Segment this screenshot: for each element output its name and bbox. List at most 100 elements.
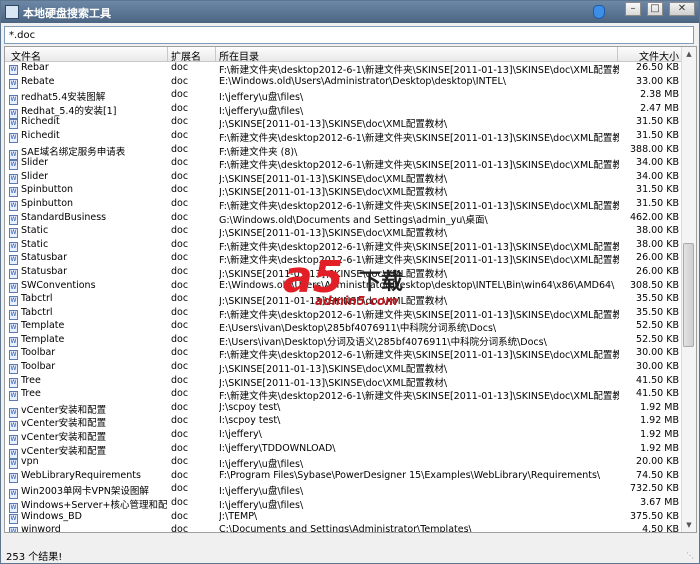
table-row[interactable]: W SAE域名绑定服务申请表 doc F:\新建文件夹 (8)\ 388.00 KB bbox=[5, 143, 683, 160]
file-name-cell: W Template bbox=[9, 334, 167, 347]
file-name: Windows_BD bbox=[21, 510, 82, 522]
file-name-cell: W Statusbar bbox=[9, 266, 167, 279]
table-row[interactable]: W Template doc E:\Users\ivan\Desktop\分词及语义\… bbox=[5, 333, 683, 348]
scroll-down-icon[interactable]: ▼ bbox=[682, 518, 696, 532]
watermark-logo: a5 下载 admin5.com bbox=[283, 256, 443, 309]
table-row[interactable]: W Slider doc F:\新建文件夹\desktop2012-6-1\新建文件夹… bbox=[5, 156, 683, 171]
column-divider[interactable] bbox=[215, 47, 216, 61]
table-row[interactable]: W Template doc E:\Users\ivan\Desktop\285bf4… bbox=[5, 319, 683, 334]
word-doc-icon: W bbox=[9, 78, 18, 89]
file-dir: C:\Documents and Settings\Administrator\… bbox=[219, 524, 472, 533]
table-row[interactable]: W Richedit doc J:\SKINSE[2011-01-13]\SKINSE… bbox=[5, 115, 683, 130]
scroll-up-icon[interactable]: ▲ bbox=[682, 47, 696, 61]
table-row[interactable]: W Windows_BD doc J:\TEMP\ 375.50 KB bbox=[5, 510, 683, 524]
file-name: Statusbar bbox=[21, 252, 68, 264]
file-name: Static bbox=[21, 225, 49, 237]
file-name-cell: W Template bbox=[9, 320, 167, 334]
file-name: Richedit bbox=[21, 129, 60, 141]
status-bar: 253 个结果! ⋱ bbox=[1, 546, 699, 563]
file-ext: doc bbox=[171, 225, 189, 237]
vertical-scrollbar[interactable]: ▲ ▼ bbox=[681, 47, 696, 532]
watermark-url: admin5.com bbox=[315, 294, 398, 308]
table-row[interactable]: W Tree doc F:\新建文件夹\desktop2012-6-1\新建文件夹\S… bbox=[5, 387, 683, 402]
word-doc-icon: W bbox=[9, 160, 18, 171]
table-row[interactable]: W Slider doc J:\SKINSE[2011-01-13]\SKINSE\d… bbox=[5, 170, 683, 185]
table-row[interactable]: W Spinbutton doc F:\新建文件夹\desktop2012-6-1\新… bbox=[5, 197, 683, 212]
column-divider[interactable] bbox=[167, 47, 168, 61]
file-ext: doc bbox=[171, 510, 189, 522]
word-doc-icon: W bbox=[9, 173, 18, 184]
table-row[interactable]: W Rebar doc F:\新建文件夹\desktop2012-6-1\新建文件夹\… bbox=[5, 61, 683, 76]
file-size: 1.92 MB bbox=[640, 442, 679, 454]
table-row[interactable]: Wvpn doc I:\jeffery\u盘\files\ 20.00 KB bbox=[5, 455, 683, 470]
minimize-button[interactable]: – bbox=[625, 2, 641, 16]
file-name-cell: W Spinbutton bbox=[9, 198, 167, 211]
maximize-button[interactable]: □ bbox=[647, 2, 663, 16]
table-row[interactable]: W StandardBusiness doc G:\Windows.old\Docum… bbox=[5, 211, 683, 226]
file-size: 41.50 KB bbox=[636, 374, 679, 386]
file-dir: I:\jeffery\ bbox=[219, 429, 262, 441]
file-ext: doc bbox=[171, 374, 189, 386]
file-ext: doc bbox=[171, 361, 189, 373]
file-name-cell: W Static bbox=[9, 225, 167, 239]
word-doc-icon: W bbox=[9, 377, 18, 388]
table-row[interactable]: WvCenter安装和配置 doc I:\scpoy test\ 1.92 MB bbox=[5, 414, 683, 432]
table-row[interactable]: WvCenter安装和配置 doc I:\jeffery\TDDOWNLOAD\ 1.… bbox=[5, 442, 683, 459]
file-size: 1.92 MB bbox=[640, 429, 679, 441]
file-name-cell: W Rebate bbox=[9, 76, 167, 89]
file-name-cell: W Richedit bbox=[9, 116, 167, 130]
table-row[interactable]: W Toolbar doc J:\SKINSE[2011-01-13]\SKINSE\… bbox=[5, 360, 683, 375]
file-name: Tree bbox=[21, 374, 41, 386]
file-name-cell: W SWConventions bbox=[9, 280, 167, 293]
close-button[interactable]: ✕ bbox=[669, 2, 695, 16]
file-size: 35.50 KB bbox=[636, 306, 679, 318]
table-row[interactable]: W Windows+Server+核心管理和配... doc I:\jeffery\u… bbox=[5, 496, 683, 513]
table-row[interactable]: W Static doc J:\SKINSE[2011-01-13]\SKINSE\d… bbox=[5, 224, 683, 239]
search-input[interactable] bbox=[4, 26, 694, 44]
file-name-cell: W Windows_BD bbox=[9, 511, 167, 524]
word-doc-icon: W bbox=[9, 391, 18, 402]
file-size: 26.00 KB bbox=[636, 252, 679, 264]
file-ext: doc bbox=[171, 252, 189, 264]
watermark-label: 下载 bbox=[359, 270, 404, 295]
shield-icon[interactable] bbox=[593, 5, 605, 19]
table-row[interactable]: W Rebate doc E:\Windows.old\Users\Administr… bbox=[5, 75, 683, 89]
table-row[interactable]: W Spinbutton doc J:\SKINSE[2011-01-13]\SKIN… bbox=[5, 183, 683, 198]
file-size: 38.00 KB bbox=[636, 238, 679, 250]
file-ext: doc bbox=[171, 333, 189, 345]
file-name: Rebar bbox=[21, 62, 49, 73]
file-size: 26.00 KB bbox=[636, 265, 679, 277]
file-ext: doc bbox=[171, 102, 189, 114]
file-name-cell: W Static bbox=[9, 239, 167, 252]
table-row[interactable]: W Toolbar doc F:\新建文件夹\desktop2012-6-1\新建文件… bbox=[5, 346, 683, 361]
table-row[interactable]: W Win2003单网卡VPN架设图解 doc I:\jeffery\u盘\files… bbox=[5, 482, 683, 500]
scroll-thumb[interactable] bbox=[683, 243, 694, 347]
file-ext: doc bbox=[171, 89, 189, 101]
file-size: 31.50 KB bbox=[636, 184, 679, 196]
table-row[interactable]: W Richedit doc F:\新建文件夹\desktop2012-6-1\新建文… bbox=[5, 129, 683, 144]
app-icon bbox=[5, 5, 19, 19]
file-name: Static bbox=[21, 238, 49, 250]
table-row[interactable]: WvCenter安装和配置 doc J:\scpoy test\ 1.92 MB bbox=[5, 401, 683, 418]
table-row[interactable]: Wwinword doc C:\Documents and Settings\Adm… bbox=[5, 523, 683, 533]
title-bar[interactable]: 本地硬盘搜索工具 – □ ✕ bbox=[1, 1, 699, 23]
file-ext: doc bbox=[171, 129, 189, 141]
file-name-cell: W WebLibraryRequirements bbox=[9, 470, 167, 483]
file-size: 74.50 KB bbox=[636, 469, 679, 481]
word-doc-icon: W bbox=[9, 472, 18, 483]
file-size: 2.47 MB bbox=[640, 102, 679, 114]
resize-grip-icon[interactable]: ⋱ bbox=[686, 551, 696, 561]
word-doc-icon: W bbox=[9, 513, 18, 524]
table-row[interactable]: W Static doc F:\新建文件夹\desktop2012-6-1\新建文件夹… bbox=[5, 238, 683, 253]
table-row[interactable]: WvCenter安装和配置 doc I:\jeffery\ 1.92 MB bbox=[5, 428, 683, 446]
table-row[interactable]: W Tree doc J:\SKINSE[2011-01-13]\SKINSE\doc… bbox=[5, 374, 683, 389]
file-name-cell: W Tree bbox=[9, 375, 167, 388]
file-ext: doc bbox=[171, 143, 189, 155]
file-ext: doc bbox=[171, 483, 189, 495]
table-row[interactable]: Wredhat5.4安装图解 doc I:\jeffery\u盘\files\ 2.3… bbox=[5, 88, 683, 106]
file-name: Spinbutton bbox=[21, 184, 74, 196]
table-row[interactable]: W WebLibraryRequirements doc F:\Program Fil… bbox=[5, 469, 683, 483]
table-row[interactable]: W Redhat_5.4的安装[1] doc I:\jeffery\u盘\files\… bbox=[5, 102, 683, 119]
column-divider[interactable] bbox=[617, 47, 618, 61]
file-name: SWConventions bbox=[21, 279, 96, 291]
